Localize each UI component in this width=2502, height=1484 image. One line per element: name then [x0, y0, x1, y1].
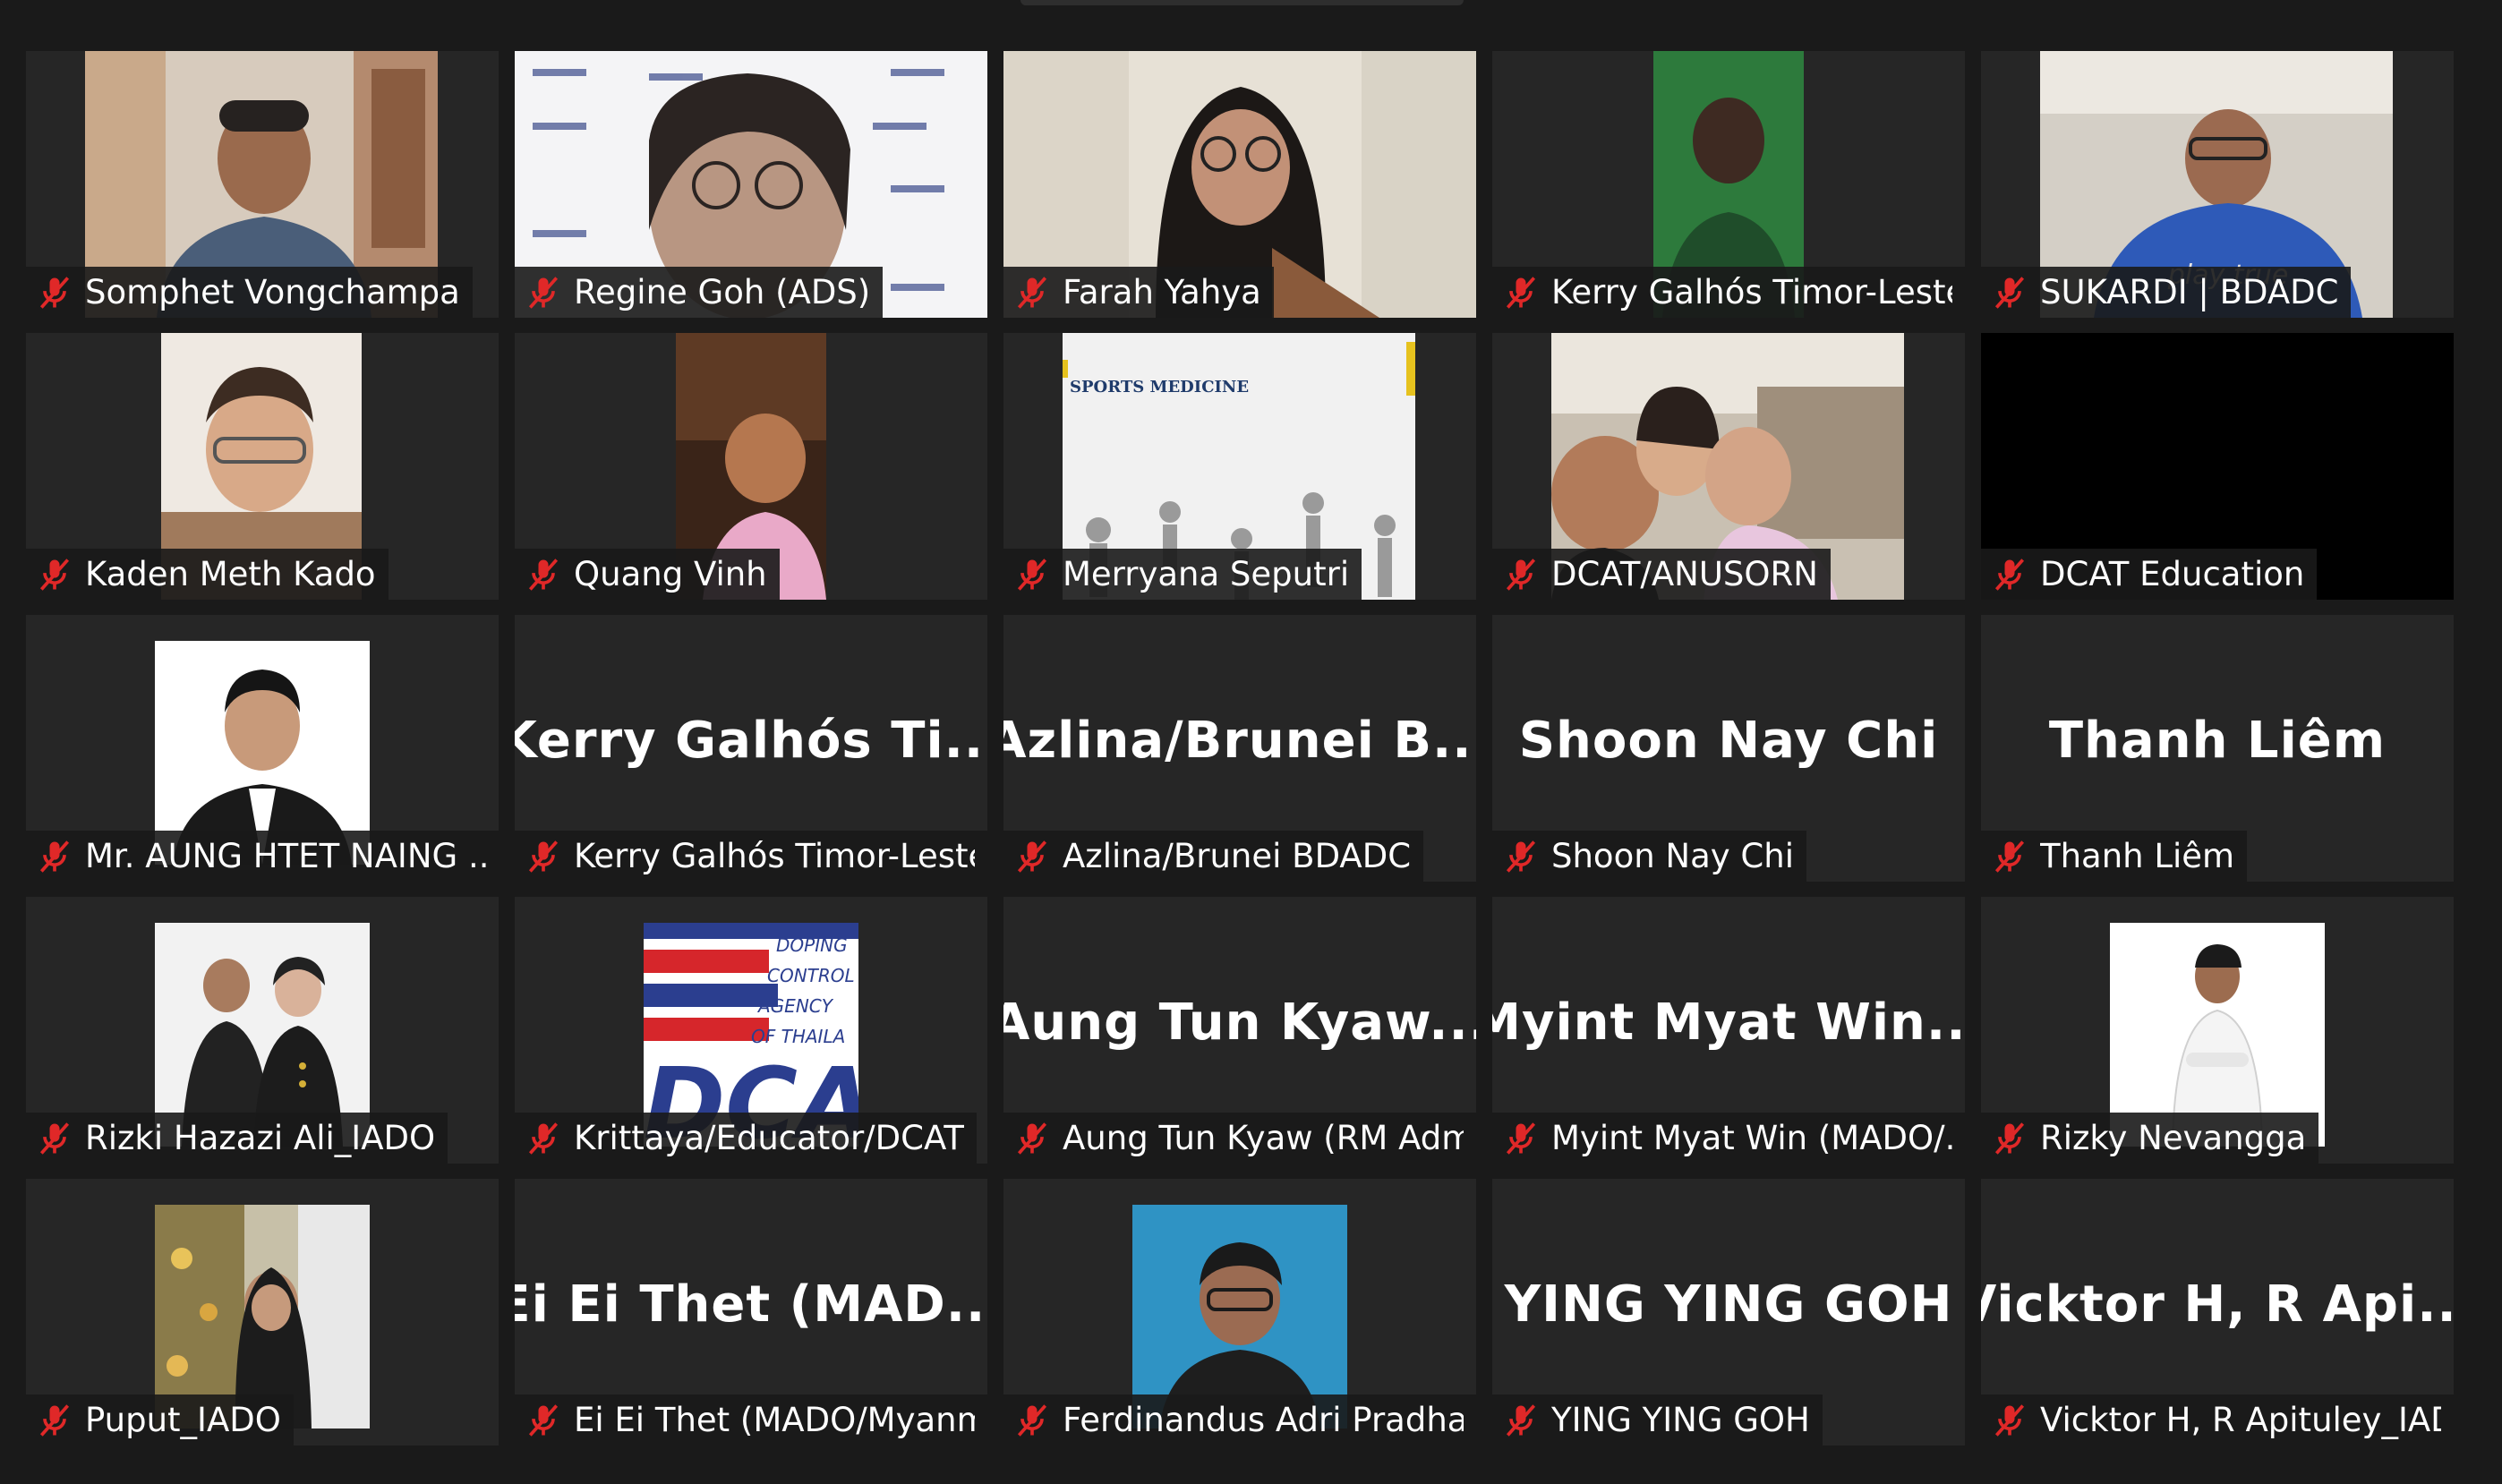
participant-name-label: SUKARDI | BDADC	[1981, 267, 2352, 318]
svg-text:CONTROL: CONTROL	[767, 965, 855, 986]
mic-muted-icon	[528, 840, 559, 873]
participant-name-label: Regine Goh (ADS)	[515, 267, 884, 318]
participant-name-label: Thanh Liêm	[1981, 831, 2248, 882]
participant-name-label: Azlina/Brunei BDADC	[1003, 831, 1424, 882]
svg-text:DOPING: DOPING	[776, 934, 848, 956]
display-name: Ei Ei Thet (MAD...	[515, 1275, 987, 1334]
mic-muted-icon	[1017, 558, 1047, 591]
participant-tile[interactable]: Puput_IADO	[26, 1179, 499, 1446]
participant-name-label: Ei Ei Thet (MADO/Myanm...	[515, 1394, 987, 1446]
svg-text:OF THAILA: OF THAILA	[751, 1026, 845, 1047]
participant-tile[interactable]: YING YING GOH YING YING GOH	[1492, 1179, 1965, 1446]
participant-tile[interactable]: DCAT Education	[1981, 333, 2454, 600]
participant-name-label: Somphet Vongchampa	[26, 267, 473, 318]
svg-text:AGENCY: AGENCY	[756, 995, 834, 1017]
participant-name-label: Quang Vinh	[515, 549, 780, 600]
participant-name-label: Shoon Nay Chi	[1492, 831, 1806, 882]
mic-muted-icon	[1017, 840, 1047, 873]
participant-tile[interactable]: Azlina/Brunei B... Azlina/Brunei BDADC	[1003, 615, 1476, 882]
participant-name-label: Rizki Hazazi Ali_IADO	[26, 1113, 448, 1164]
participant-name-label: Myint Myat Win (MADO/...	[1492, 1113, 1965, 1164]
mic-muted-icon	[39, 558, 70, 591]
mic-muted-icon	[1017, 1122, 1047, 1155]
participant-tile[interactable]: Regine Goh (ADS)	[515, 51, 987, 318]
participant-tile[interactable]: Ei Ei Thet (MAD... Ei Ei Thet (MADO/Myan…	[515, 1179, 987, 1446]
mic-muted-icon	[1994, 1403, 2025, 1437]
participant-tile[interactable]: Thanh Liêm Thanh Liêm	[1981, 615, 2454, 882]
display-name: Azlina/Brunei B...	[1003, 711, 1476, 770]
mic-muted-icon	[39, 276, 70, 309]
mic-muted-icon	[1994, 840, 2025, 873]
participant-name-label: Krittaya/Educator/DCAT	[515, 1113, 977, 1164]
participant-tile[interactable]: Aung Tun Kyaw... Aung Tun Kyaw (RM Adm..…	[1003, 897, 1476, 1164]
participant-tile[interactable]: DOPING CONTROL AGENCY OF THAILA DCAT Kri…	[515, 897, 987, 1164]
participant-tile[interactable]: play true SUKARDI | BDADC	[1981, 51, 2454, 318]
mic-muted-icon	[528, 1403, 559, 1437]
mic-muted-icon	[528, 276, 559, 309]
participant-name-label: Kerry Galhós Timor-Leste	[1492, 267, 1965, 318]
gallery-view: Somphet Vongchampa Regine Goh (ADS) Fara…	[26, 51, 2454, 1446]
participant-name-label: Merryana Seputri	[1003, 549, 1362, 600]
top-toolbar-handle[interactable]	[1020, 0, 1464, 5]
participant-tile[interactable]: DCAT/ANUSORN	[1492, 333, 1965, 600]
participant-name-label: Kerry Galhós Timor-Leste ...	[515, 831, 987, 882]
display-name: YING YING GOH	[1504, 1275, 1953, 1334]
participant-tile[interactable]: Farah Yahya	[1003, 51, 1476, 318]
mic-muted-icon	[1506, 558, 1536, 591]
participant-name-label: YING YING GOH	[1492, 1394, 1823, 1446]
participant-tile[interactable]: Kerry Galhós Timor-Leste	[1492, 51, 1965, 318]
display-name: Myint Myat Win...	[1492, 993, 1965, 1052]
display-name: Vicktor H, R Api...	[1981, 1275, 2454, 1334]
participant-name-label: Aung Tun Kyaw (RM Adm...	[1003, 1113, 1476, 1164]
svg-text:SPORTS MEDICINE: SPORTS MEDICINE	[1070, 378, 1249, 397]
mic-muted-icon	[528, 1122, 559, 1155]
display-name: Shoon Nay Chi	[1518, 711, 1939, 770]
display-name: Kerry Galhós Ti...	[515, 711, 987, 770]
participant-tile[interactable]: Shoon Nay Chi Shoon Nay Chi	[1492, 615, 1965, 882]
participant-name-label: DCAT Education	[1981, 549, 2318, 600]
mic-muted-icon	[528, 558, 559, 591]
participant-name-label: Farah Yahya	[1003, 267, 1274, 318]
participant-tile[interactable]: Kerry Galhós Ti... Kerry Galhós Timor-Le…	[515, 615, 987, 882]
participant-name-label: Ferdinandus Adri Pradha...	[1003, 1394, 1476, 1446]
mic-muted-icon	[1017, 276, 1047, 309]
mic-muted-icon	[1017, 1403, 1047, 1437]
participant-name-label: Puput_IADO	[26, 1394, 294, 1446]
mic-muted-icon	[1506, 840, 1536, 873]
participant-name-label: Mr. AUNG HTET NAING ...	[26, 831, 499, 882]
participant-tile[interactable]: Rizky Nevangga	[1981, 897, 2454, 1164]
mic-muted-icon	[1994, 276, 2025, 309]
mic-muted-icon	[1506, 276, 1536, 309]
mic-muted-icon	[39, 1122, 70, 1155]
mic-muted-icon	[1994, 1122, 2025, 1155]
participant-tile[interactable]: Vicktor H, R Api... Vicktor H, R Apitule…	[1981, 1179, 2454, 1446]
display-name: Thanh Liêm	[2048, 711, 2387, 770]
participant-tile[interactable]: Quang Vinh	[515, 333, 987, 600]
participant-tile[interactable]: SPORTS MEDICINE Merryana Seputri	[1003, 333, 1476, 600]
display-name: Aung Tun Kyaw...	[1003, 993, 1476, 1052]
participant-name-label: Kaden Meth Kado	[26, 549, 389, 600]
mic-muted-icon	[1994, 558, 2025, 591]
participant-tile[interactable]: Mr. AUNG HTET NAING ...	[26, 615, 499, 882]
mic-muted-icon	[39, 840, 70, 873]
mic-muted-icon	[39, 1403, 70, 1437]
participant-tile[interactable]: Ferdinandus Adri Pradha...	[1003, 1179, 1476, 1446]
participant-tile[interactable]: Myint Myat Win... Myint Myat Win (MADO/.…	[1492, 897, 1965, 1164]
mic-muted-icon	[1506, 1122, 1536, 1155]
participant-tile[interactable]: Somphet Vongchampa	[26, 51, 499, 318]
participant-name-label: Vicktor H, R Apituley_IADO	[1981, 1394, 2454, 1446]
participant-tile[interactable]: Rizki Hazazi Ali_IADO	[26, 897, 499, 1164]
mic-muted-icon	[1506, 1403, 1536, 1437]
participant-name-label: DCAT/ANUSORN	[1492, 549, 1831, 600]
participant-tile[interactable]: Kaden Meth Kado	[26, 333, 499, 600]
participant-name-label: Rizky Nevangga	[1981, 1113, 2319, 1164]
